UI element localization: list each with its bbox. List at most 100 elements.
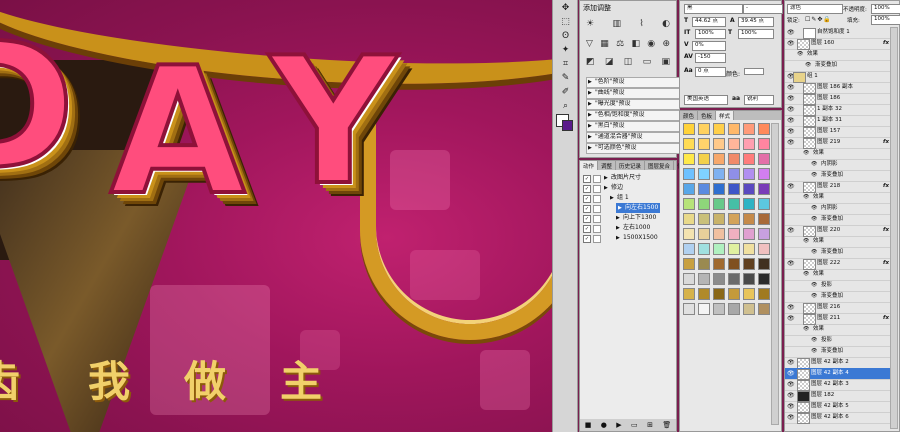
font-style-select[interactable]: - xyxy=(743,4,783,14)
effect-visibility-icon[interactable]: 👁 xyxy=(805,60,811,71)
style-swatch[interactable] xyxy=(698,273,710,285)
layers-scrollbar[interactable] xyxy=(890,27,898,429)
channel-mixer-icon[interactable]: ⊕ xyxy=(662,39,670,51)
style-swatch[interactable] xyxy=(683,213,695,225)
style-swatch[interactable] xyxy=(728,243,740,255)
style-swatch[interactable] xyxy=(758,288,770,300)
style-swatch[interactable] xyxy=(728,198,740,210)
style-swatch[interactable] xyxy=(728,183,740,195)
hscale-field[interactable]: 100% xyxy=(738,29,774,39)
tab-history[interactable]: 历史记录 xyxy=(616,161,646,170)
style-swatch[interactable] xyxy=(743,153,755,165)
style-swatch[interactable] xyxy=(743,258,755,270)
lock-icons[interactable]: ☐✎✥🔒 xyxy=(805,16,832,23)
style-swatch[interactable] xyxy=(743,213,755,225)
magic-wand-icon[interactable]: ✦ xyxy=(557,44,574,57)
style-swatch[interactable] xyxy=(683,198,695,210)
levels-icon[interactable]: ▥ xyxy=(612,19,621,31)
style-swatch[interactable] xyxy=(743,138,755,150)
new-action-icon[interactable]: ⊞ xyxy=(647,421,653,429)
language-select[interactable]: 美国英语 xyxy=(684,95,728,105)
lasso-icon[interactable]: ʘ xyxy=(557,30,574,43)
eyedropper-icon[interactable]: ✎ xyxy=(557,72,574,85)
style-swatch[interactable] xyxy=(683,138,695,150)
style-swatch[interactable] xyxy=(728,168,740,180)
style-swatch[interactable] xyxy=(698,288,710,300)
style-swatch[interactable] xyxy=(743,168,755,180)
marquee-icon[interactable]: ⬚ xyxy=(557,16,574,29)
style-swatch[interactable] xyxy=(698,303,710,315)
gradient-map-icon[interactable]: ▭ xyxy=(643,57,652,69)
visibility-eye-icon[interactable]: 👁 xyxy=(787,82,795,93)
style-swatch[interactable] xyxy=(698,258,710,270)
visibility-eye-icon[interactable]: 👁 xyxy=(787,137,795,148)
style-swatch[interactable] xyxy=(713,213,725,225)
fx-icon[interactable]: fx xyxy=(883,313,889,324)
style-swatch[interactable] xyxy=(713,153,725,165)
fill-field[interactable]: 100% xyxy=(871,15,900,25)
style-swatch[interactable] xyxy=(683,288,695,300)
effect-visibility-icon[interactable]: 👁 xyxy=(811,346,817,357)
effect-visibility-icon[interactable]: 👁 xyxy=(811,159,817,170)
style-swatch[interactable] xyxy=(743,273,755,285)
selective-color-icon[interactable]: ▣ xyxy=(661,57,670,69)
dialog-toggle-checkbox[interactable] xyxy=(593,235,601,243)
style-swatch[interactable] xyxy=(758,258,770,270)
style-swatch[interactable] xyxy=(683,168,695,180)
style-swatch[interactable] xyxy=(713,138,725,150)
dialog-toggle-checkbox[interactable] xyxy=(593,175,601,183)
hue-sat-icon[interactable]: ▦ xyxy=(600,39,609,51)
style-swatch[interactable] xyxy=(728,273,740,285)
trash-icon[interactable]: 🗑 xyxy=(662,421,671,429)
brush-icon[interactable]: ✐ xyxy=(557,86,574,99)
effect-visibility-icon[interactable]: 👁 xyxy=(803,148,809,159)
leading-field[interactable]: 39.45 点 xyxy=(738,17,774,27)
expand-arrow-icon[interactable]: ▶ xyxy=(604,183,608,193)
visibility-eye-icon[interactable]: 👁 xyxy=(787,368,795,379)
style-swatch[interactable] xyxy=(713,183,725,195)
posterize-icon[interactable]: ◪ xyxy=(605,57,614,69)
exposure-icon[interactable]: ◐ xyxy=(662,19,670,31)
style-swatch[interactable] xyxy=(743,288,755,300)
effect-visibility-icon[interactable]: 👁 xyxy=(811,280,817,291)
effect-visibility-icon[interactable]: 👁 xyxy=(811,170,817,181)
style-swatch[interactable] xyxy=(683,228,695,240)
background-color-swatch[interactable] xyxy=(562,120,573,131)
antialias-select[interactable]: 锐利 xyxy=(744,95,774,105)
zoom-icon[interactable]: ⌕ xyxy=(557,100,574,113)
style-swatch[interactable] xyxy=(743,303,755,315)
expand-arrow-icon[interactable]: ▶ xyxy=(616,223,620,233)
crop-icon[interactable]: ⌗ xyxy=(557,58,574,71)
style-swatch[interactable] xyxy=(713,273,725,285)
style-swatch[interactable] xyxy=(683,153,695,165)
style-swatch[interactable] xyxy=(758,273,770,285)
style-swatch[interactable] xyxy=(728,228,740,240)
style-swatch[interactable] xyxy=(758,213,770,225)
fx-icon[interactable]: fx xyxy=(883,137,889,148)
font-family-select[interactable]: 黑 xyxy=(684,4,743,14)
dialog-toggle-checkbox[interactable] xyxy=(593,225,601,233)
vscale-field[interactable]: 100% xyxy=(695,29,726,39)
visibility-eye-icon[interactable]: 👁 xyxy=(787,357,795,368)
style-swatch[interactable] xyxy=(743,123,755,135)
effect-visibility-icon[interactable]: 👁 xyxy=(803,236,809,247)
style-swatch[interactable] xyxy=(728,123,740,135)
new-set-icon[interactable]: ▭ xyxy=(631,421,638,429)
style-swatch[interactable] xyxy=(758,183,770,195)
action-toggle-checkbox[interactable]: ✓ xyxy=(583,235,591,243)
style-swatch[interactable] xyxy=(698,138,710,150)
action-item[interactable]: ✓ ▶ 左右1000 xyxy=(580,223,676,233)
style-swatch[interactable] xyxy=(698,123,710,135)
style-swatch[interactable] xyxy=(758,243,770,255)
preset-item[interactable]: "黑白"预设 xyxy=(586,121,680,132)
threshold-icon[interactable]: ◫ xyxy=(624,57,633,69)
visibility-eye-icon[interactable]: 👁 xyxy=(787,313,795,324)
dialog-toggle-checkbox[interactable] xyxy=(593,215,601,223)
preset-item[interactable]: "曝光度"预设 xyxy=(586,99,680,110)
action-item[interactable]: ✓ ▶ 修边 xyxy=(580,183,676,193)
tracking-field[interactable]: 0% xyxy=(692,41,726,51)
visibility-eye-icon[interactable]: 👁 xyxy=(787,412,795,423)
effect-visibility-icon[interactable]: 👁 xyxy=(811,214,817,225)
preset-item[interactable]: "色相/饱和度"预设 xyxy=(586,110,680,121)
tab-layer-comps[interactable]: 图层复合 xyxy=(645,161,675,170)
